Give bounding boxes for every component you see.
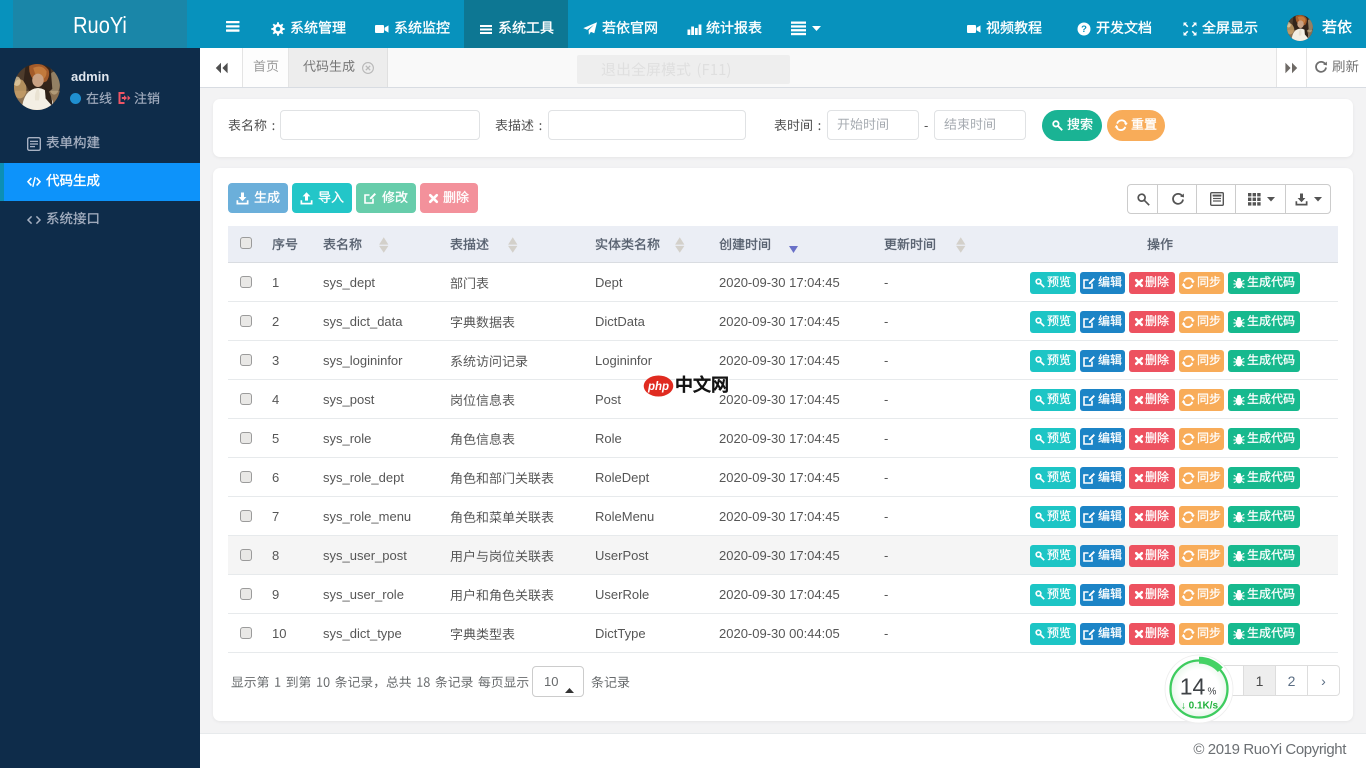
svg-text:%: %: [1208, 687, 1217, 698]
svg-text:14: 14: [1180, 674, 1206, 700]
svg-text:php: php: [647, 381, 669, 393]
svg-text:↓ 0.1K/s: ↓ 0.1K/s: [1181, 701, 1219, 712]
svg-text:?: ?: [1081, 24, 1087, 35]
